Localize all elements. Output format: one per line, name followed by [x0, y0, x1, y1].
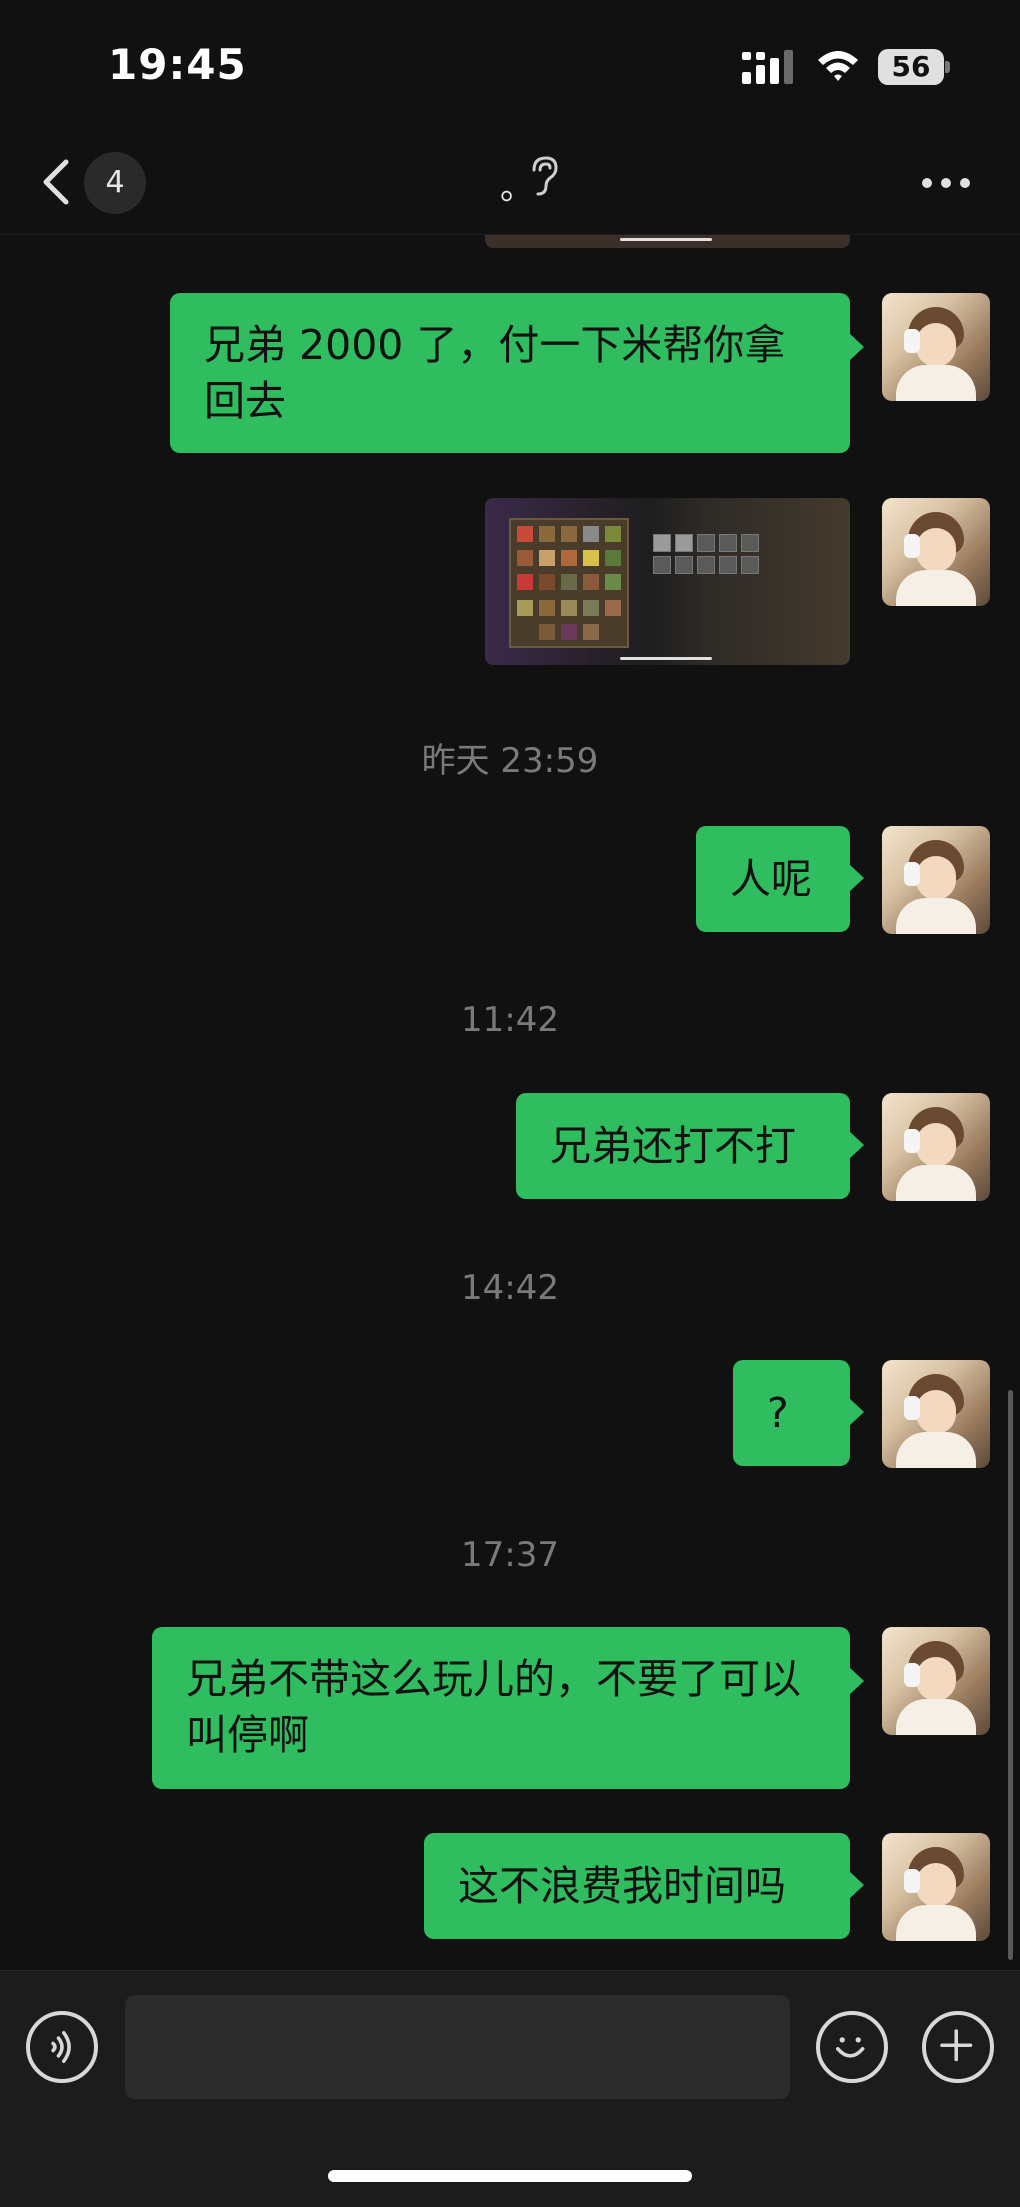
avatar[interactable] — [882, 498, 990, 606]
inventory-panel — [509, 518, 629, 648]
message-text: 兄弟还打不打 — [550, 1122, 796, 1170]
message-bubble[interactable]: 兄弟不带这么玩儿的，不要了可以叫停啊 — [152, 1627, 864, 1789]
message-bubble[interactable]: 兄弟还打不打 — [516, 1093, 864, 1199]
container-panel — [653, 534, 773, 578]
battery-icon: 56 — [878, 49, 950, 85]
battery-cap — [945, 61, 950, 73]
timestamp: 昨天 23:59 — [421, 741, 599, 781]
image-progress-bar — [620, 238, 712, 241]
unread-count-badge[interactable]: 4 — [84, 152, 146, 214]
avatar[interactable] — [882, 1093, 990, 1201]
message-text: 兄弟 2000 了，付一下米帮你拿回去 — [204, 321, 786, 425]
message-text: 人呢 — [730, 855, 812, 903]
emoji-icon[interactable] — [816, 2011, 888, 2083]
chat-screen: 19:45 56 4 。 兄弟 2000 了，付一下米帮你拿回去 昨天 23:5… — [0, 0, 1020, 2207]
home-indicator — [328, 2170, 692, 2182]
message-bubble[interactable]: ? — [733, 1360, 864, 1466]
wifi-icon — [818, 51, 858, 81]
avatar[interactable] — [882, 826, 990, 934]
message-bubble[interactable]: 这不浪费我时间吗 — [424, 1833, 864, 1939]
plus-icon[interactable] — [922, 2011, 994, 2083]
chevron-left-icon[interactable] — [36, 152, 76, 212]
chat-header: 4 。 — [0, 130, 1020, 235]
avatar[interactable] — [882, 293, 990, 401]
avatar[interactable] — [882, 1833, 990, 1941]
message-bubble[interactable]: 兄弟 2000 了，付一下米帮你拿回去 — [170, 293, 864, 453]
message-text: 兄弟不带这么玩儿的，不要了可以叫停啊 — [186, 1655, 801, 1759]
scrollbar[interactable] — [1008, 1390, 1013, 1960]
status-time: 19:45 — [108, 40, 247, 89]
timestamp: 14:42 — [461, 1268, 559, 1308]
message-text: 这不浪费我时间吗 — [458, 1862, 786, 1910]
message-input[interactable] — [125, 1995, 790, 2099]
image-progress-bar — [620, 657, 712, 660]
message-bubble[interactable]: 人呢 — [696, 826, 864, 932]
cellular-signal-icon — [742, 50, 793, 84]
battery-level: 56 — [891, 50, 931, 83]
more-dots-icon[interactable] — [918, 170, 974, 194]
message-text: ? — [767, 1389, 789, 1437]
avatar[interactable] — [882, 1360, 990, 1468]
timestamp: 17:37 — [461, 1535, 559, 1575]
ear-icon — [532, 156, 558, 196]
status-bar: 19:45 56 — [0, 0, 1020, 130]
image-message[interactable] — [485, 498, 850, 665]
voice-icon[interactable] — [26, 2011, 98, 2083]
timestamp: 11:42 — [461, 1000, 559, 1040]
avatar[interactable] — [882, 1627, 990, 1735]
